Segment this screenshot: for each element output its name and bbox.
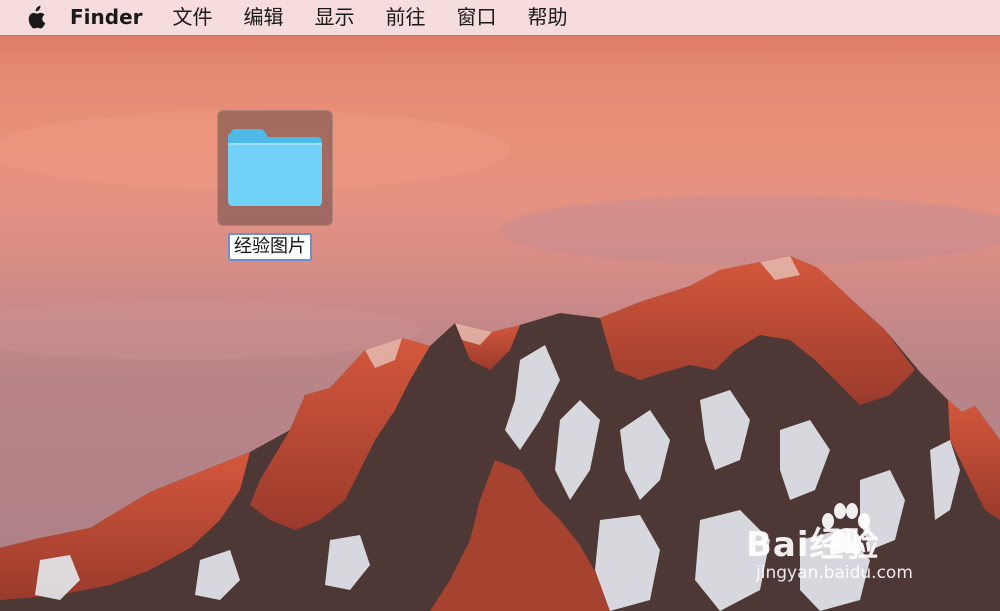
menu-finder[interactable]: Finder (70, 0, 143, 35)
menu-go[interactable]: 前往 (386, 0, 426, 35)
folder-icon[interactable] (225, 127, 325, 209)
menu-edit[interactable]: 编辑 (244, 0, 284, 35)
watermark: Bai经验 jingyan.baidu.com (746, 501, 986, 591)
menu-bar: Finder 文件 编辑 显示 前往 窗口 帮助 (0, 0, 1000, 35)
menu-window[interactable]: 窗口 (457, 0, 497, 35)
folder-name-label[interactable]: 经验图片 (228, 233, 312, 261)
apple-logo-icon[interactable] (24, 5, 48, 31)
folder-selection-highlight[interactable] (217, 110, 333, 226)
watermark-brand: Bai经验 (746, 525, 880, 565)
menu-help[interactable]: 帮助 (528, 0, 568, 35)
desktop-folder[interactable]: 经验图片 (217, 110, 333, 261)
watermark-url: jingyan.baidu.com (756, 563, 913, 583)
menu-view[interactable]: 显示 (315, 0, 355, 35)
menu-file[interactable]: 文件 (173, 0, 213, 35)
